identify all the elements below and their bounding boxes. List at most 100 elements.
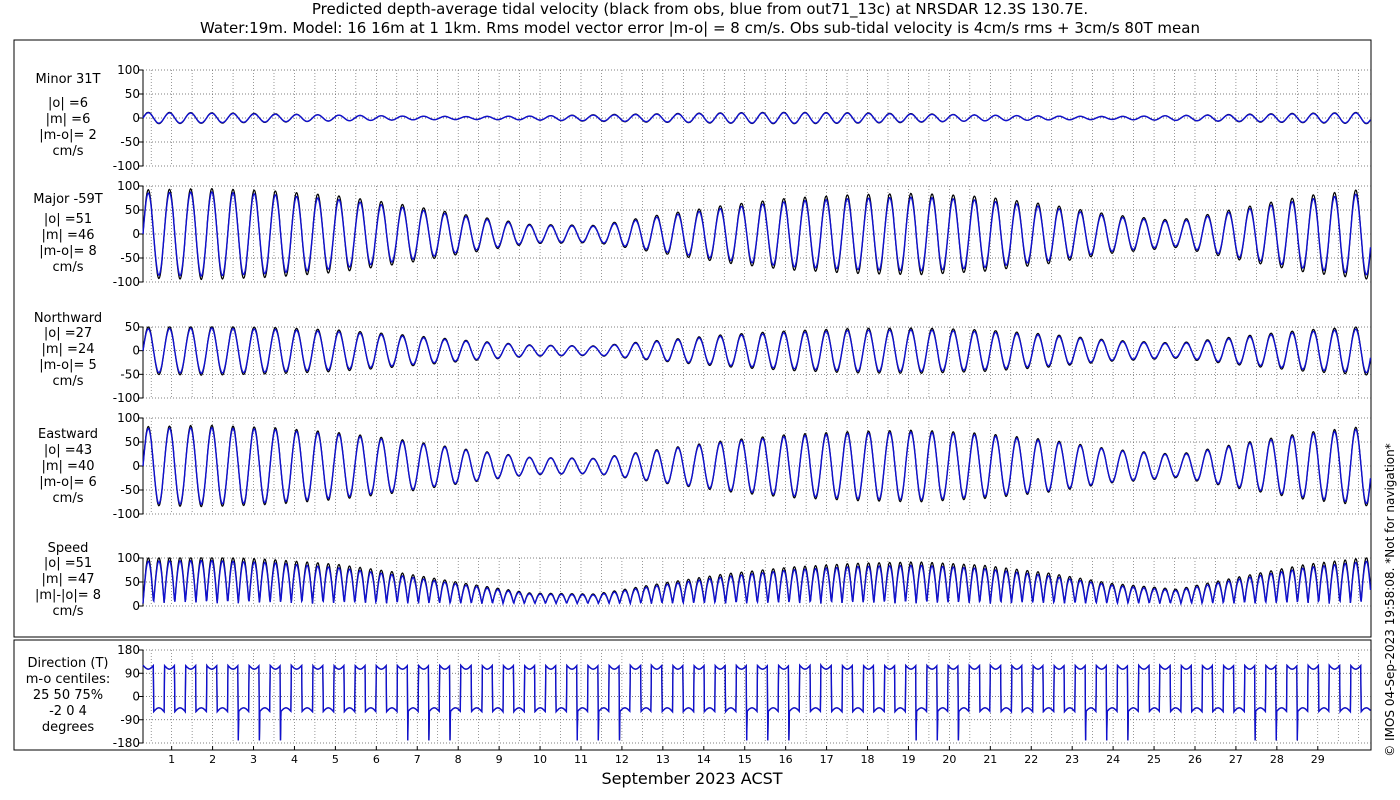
x-tick-label: 8 xyxy=(455,753,462,766)
series-line-model xyxy=(142,426,1372,505)
y-tick-label: 0 xyxy=(132,690,140,704)
x-tick-label: 6 xyxy=(373,753,380,766)
y-tick-label: 50 xyxy=(125,435,140,449)
panel-label-line: Northward xyxy=(34,311,102,326)
copyright-stamp-text: © IMOS 04-Sep-2023 19:58:08. *Not for na… xyxy=(1383,443,1397,757)
x-tick-label: 14 xyxy=(697,753,711,766)
x-tick-label: 28 xyxy=(1270,753,1284,766)
x-tick-label: 20 xyxy=(942,753,956,766)
series-line-model xyxy=(142,191,1372,277)
x-tick-label: 24 xyxy=(1106,753,1120,766)
x-tick-label: 1 xyxy=(168,753,175,766)
x-tick-label: 16 xyxy=(779,753,793,766)
x-tick-label: 13 xyxy=(656,753,670,766)
y-tick-label: -50 xyxy=(120,135,140,149)
panel-northward: -100 -50 0 50 Northward|o| =27|m| =24|m-o|= … xyxy=(34,311,1372,405)
y-tick-label: 0 xyxy=(132,459,140,473)
y-tick-label: 50 xyxy=(125,87,140,101)
panel-label-line: Direction (T) xyxy=(28,656,109,671)
panel-label-line: 25 50 75% xyxy=(33,688,103,703)
y-tick-label: 50 xyxy=(125,575,140,589)
x-tick-label: 26 xyxy=(1188,753,1202,766)
panel-direction: -180 -90 0 90 180 Direction (T)m-o centiles:2… xyxy=(26,643,1371,750)
y-tick-label: 100 xyxy=(117,63,140,77)
x-tick-label: 17 xyxy=(820,753,834,766)
y-tick-label: 0 xyxy=(132,227,140,241)
x-tick-label: 3 xyxy=(250,753,257,766)
panel-major: -100 -50 0 50 100 Major -59T |o| =51|m| =46|m-… xyxy=(33,179,1372,289)
y-tick-label: 0 xyxy=(132,599,140,613)
x-tick-label: 10 xyxy=(533,753,547,766)
series-line-model xyxy=(142,112,1372,124)
series-line-model xyxy=(142,662,1371,741)
x-tick-label: 9 xyxy=(496,753,503,766)
x-tick-label: 2 xyxy=(209,753,216,766)
panel-label-line: cm/s xyxy=(53,374,84,389)
panel-label-line: |m-o|= 2 xyxy=(39,128,97,143)
panel-label-line: |o| =6 xyxy=(48,96,88,111)
y-tick-label: -100 xyxy=(113,275,140,289)
x-tick-label: 23 xyxy=(1065,753,1079,766)
x-axis: 1 2 3 4 5 6 7 8 9 10 11 12 13 14 15 16 17 18 19 20 21 22 23 24 2… xyxy=(168,746,1325,766)
plot-panels: -100-50050100Minor 31T|o| =6|m| =6|m-o|=… xyxy=(26,63,1372,766)
panel-label-line: degrees xyxy=(42,720,95,735)
y-tick-label: -100 xyxy=(113,507,140,521)
x-tick-label: 12 xyxy=(615,753,629,766)
panel-label-line: cm/s xyxy=(53,144,84,159)
y-tick-label: -50 xyxy=(120,251,140,265)
y-tick-label: -100 xyxy=(113,159,140,173)
panel-label-line: |m|-|o|= 8 xyxy=(35,588,101,603)
panel-minor: -100 -50 0 50 100 Minor 31T |o| =6|m| =6|m-o|=… xyxy=(36,63,1372,173)
x-tick-label: 7 xyxy=(414,753,421,766)
series-line-model xyxy=(142,327,1372,375)
y-tick-label: -90 xyxy=(120,713,140,727)
x-tick-label: 19 xyxy=(901,753,915,766)
panel-label-line: |m| =46 xyxy=(42,228,95,243)
y-tick-label: 90 xyxy=(125,666,140,680)
y-tick-label: 100 xyxy=(117,179,140,193)
panel-label-line: |o| =43 xyxy=(44,443,92,458)
panel-label-line: |o| =27 xyxy=(44,326,92,341)
panel-label-line: Major -59T xyxy=(33,192,102,207)
panel-label-line: |m| =6 xyxy=(46,112,91,127)
x-axis-label: September 2023 ACST xyxy=(601,769,782,788)
y-tick-label: 180 xyxy=(117,643,140,657)
velocity-panels-frame xyxy=(13,39,1372,638)
y-tick-label: -50 xyxy=(120,483,140,497)
panel-label-line: |m-o|= 5 xyxy=(39,358,97,373)
panel-label-line: |m| =24 xyxy=(42,342,95,357)
x-tick-label: 27 xyxy=(1229,753,1243,766)
y-tick-label: -180 xyxy=(113,736,140,750)
panel-label-line: m-o centiles: xyxy=(26,672,111,687)
panel-label-line: |m| =47 xyxy=(42,572,95,587)
y-tick-label: -100 xyxy=(113,391,140,405)
panel-label-line: Eastward xyxy=(38,427,98,442)
panel-speed: 0 50 100 Speed|o| =51|m| =47|m|-|o|= 8cm/s xyxy=(35,541,1372,619)
copyright-stamp: © IMOS 04-Sep-2023 19:58:08. *Not for na… xyxy=(1383,405,1397,795)
panel-label-line: Minor 31T xyxy=(36,72,101,87)
x-tick-label: 21 xyxy=(983,753,997,766)
panel-label-line: |o| =51 xyxy=(44,212,92,227)
x-tick-label: 22 xyxy=(1024,753,1038,766)
panel-label-line: Speed xyxy=(48,541,89,556)
y-tick-label: -50 xyxy=(120,367,140,381)
y-tick-label: 50 xyxy=(125,203,140,217)
x-tick-label: 4 xyxy=(291,753,298,766)
panel-label-line: cm/s xyxy=(53,604,84,619)
y-tick-label: 100 xyxy=(117,411,140,425)
figure-outer-frame xyxy=(13,39,1372,751)
y-tick-label: 0 xyxy=(132,111,140,125)
tidal-velocity-figure: -100-50050100Minor 31T|o| =6|m| =6|m-o|=… xyxy=(13,39,1372,788)
panel-label-line: |o| =51 xyxy=(44,556,92,571)
x-tick-label: 5 xyxy=(332,753,339,766)
panel-label-line: cm/s xyxy=(53,260,84,275)
x-tick-label: 18 xyxy=(861,753,875,766)
y-tick-label: 50 xyxy=(125,320,140,334)
x-tick-label: 29 xyxy=(1311,753,1325,766)
panel-eastward: -100 -50 0 50 100 Eastward|o| =43|m| =40|m-o|… xyxy=(38,411,1372,521)
panel-label-line: |m-o|= 6 xyxy=(39,475,97,490)
x-tick-label: 11 xyxy=(574,753,588,766)
panel-label-line: |m| =40 xyxy=(42,459,95,474)
y-tick-label: 0 xyxy=(132,344,140,358)
x-tick-label: 15 xyxy=(738,753,752,766)
